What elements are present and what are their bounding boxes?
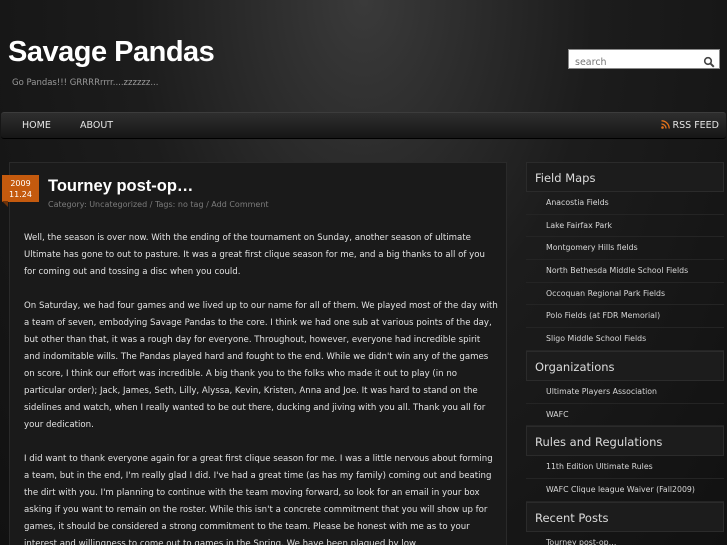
sidebar-link[interactable]: WAFC [526,404,724,427]
sidebar-link[interactable]: Occoquan Regional Park Fields [526,283,724,306]
post-date-badge: 2009 11.24 [2,175,39,202]
widget-title: Field Maps [526,162,724,192]
sidebar-link[interactable]: Sligo Middle School Fields [526,328,724,351]
post-paragraph: Well, the season is over now. With the e… [24,233,485,277]
widget-title: Rules and Regulations [526,426,724,457]
search-box [568,49,720,72]
sidebar: Field Maps Anacostia Fields Lake Fairfax… [526,162,724,545]
rss-label: RSS FEED [672,120,719,131]
widget-field-maps: Field Maps Anacostia Fields Lake Fairfax… [526,162,724,351]
post-paragraph: On Saturday, we had four games and we li… [24,301,498,430]
rss-icon [660,120,670,129]
nav-home[interactable]: HOME [22,120,51,131]
post-date-year: 2009 [10,179,31,188]
widget-rules: Rules and Regulations 11th Edition Ultim… [526,426,724,502]
widget-title: Recent Posts [526,501,724,532]
sidebar-link[interactable]: Ultimate Players Association [526,381,724,404]
site-title[interactable]: Savage Pandas [8,36,215,69]
sidebar-link[interactable]: Polo Fields (at FDR Memorial) [526,305,724,329]
rss-feed-link[interactable]: RSS FEED [660,120,719,131]
post-title[interactable]: Tourney post-op… [48,177,193,196]
post-paragraph: I did want to thank everyone again for a… [24,454,493,545]
sidebar-link[interactable]: Anacostia Fields [526,192,724,215]
post-meta: Category: Uncategorized / Tags: no tag /… [48,200,269,209]
sidebar-link[interactable]: WAFC Clique league Waiver (Fall2009) [526,479,724,502]
sidebar-link[interactable]: Tourney post-op… [526,532,724,545]
sidebar-link[interactable]: Lake Fairfax Park [526,215,724,238]
nav-about[interactable]: ABOUT [80,120,113,131]
main-navigation: HOME ABOUT RSS FEED [1,112,726,139]
sidebar-link[interactable]: 11th Edition Ultimate Rules [526,456,724,479]
widget-title: Organizations [526,350,724,381]
sidebar-link[interactable]: Montgomery Hills fields [526,237,724,261]
sidebar-link[interactable]: North Bethesda Middle School Fields [526,260,724,283]
site-tagline: Go Pandas!!! GRRRRrrrr....zzzzzz... [12,78,159,88]
widget-organizations: Organizations Ultimate Players Associati… [526,350,724,427]
post-date-day: 11.24 [9,190,32,199]
search-input[interactable] [569,53,699,72]
date-badge-fold [2,201,8,207]
search-icon[interactable] [703,53,715,68]
post-body: Well, the season is over now. With the e… [24,230,498,545]
widget-recent-posts: Recent Posts Tourney post-op… [526,501,724,545]
